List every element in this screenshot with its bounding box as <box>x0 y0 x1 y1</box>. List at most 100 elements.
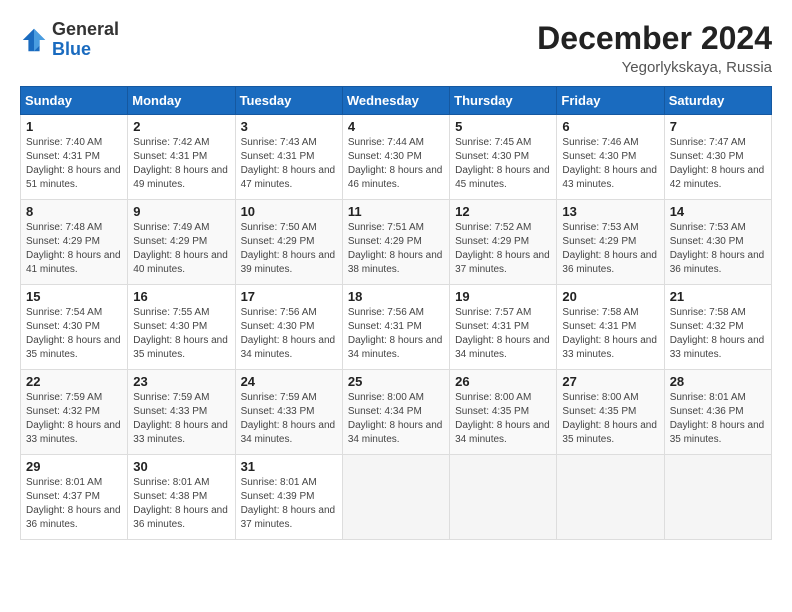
day-info: Sunrise: 7:47 AMSunset: 4:30 PMDaylight:… <box>670 137 765 190</box>
day-info: Sunrise: 7:58 AMSunset: 4:32 PMDaylight:… <box>670 307 765 360</box>
calendar-day-cell: 5 Sunrise: 7:45 AMSunset: 4:30 PMDayligh… <box>450 115 557 200</box>
day-info: Sunrise: 7:54 AMSunset: 4:30 PMDaylight:… <box>26 307 121 360</box>
logo-text: General Blue <box>52 20 119 60</box>
calendar-day-cell: 31 Sunrise: 8:01 AMSunset: 4:39 PMDaylig… <box>235 455 342 540</box>
month-title: December 2024 <box>537 20 772 57</box>
day-info: Sunrise: 7:51 AMSunset: 4:29 PMDaylight:… <box>348 222 443 275</box>
day-info: Sunrise: 7:44 AMSunset: 4:30 PMDaylight:… <box>348 137 443 190</box>
calendar-day-cell <box>664 455 771 540</box>
day-number: 7 <box>670 119 766 134</box>
calendar-week-row: 8 Sunrise: 7:48 AMSunset: 4:29 PMDayligh… <box>21 200 772 285</box>
day-info: Sunrise: 7:59 AMSunset: 4:33 PMDaylight:… <box>133 392 228 445</box>
calendar-day-cell <box>557 455 664 540</box>
calendar-day-cell: 19 Sunrise: 7:57 AMSunset: 4:31 PMDaylig… <box>450 285 557 370</box>
calendar-week-row: 29 Sunrise: 8:01 AMSunset: 4:37 PMDaylig… <box>21 455 772 540</box>
calendar-day-cell: 7 Sunrise: 7:47 AMSunset: 4:30 PMDayligh… <box>664 115 771 200</box>
day-info: Sunrise: 7:56 AMSunset: 4:30 PMDaylight:… <box>241 307 336 360</box>
calendar-week-row: 1 Sunrise: 7:40 AMSunset: 4:31 PMDayligh… <box>21 115 772 200</box>
calendar-day-cell: 21 Sunrise: 7:58 AMSunset: 4:32 PMDaylig… <box>664 285 771 370</box>
calendar-day-cell: 29 Sunrise: 8:01 AMSunset: 4:37 PMDaylig… <box>21 455 128 540</box>
day-number: 16 <box>133 289 229 304</box>
calendar-day-cell: 15 Sunrise: 7:54 AMSunset: 4:30 PMDaylig… <box>21 285 128 370</box>
calendar-day-cell: 18 Sunrise: 7:56 AMSunset: 4:31 PMDaylig… <box>342 285 449 370</box>
day-info: Sunrise: 7:45 AMSunset: 4:30 PMDaylight:… <box>455 137 550 190</box>
day-info: Sunrise: 7:55 AMSunset: 4:30 PMDaylight:… <box>133 307 228 360</box>
day-number: 23 <box>133 374 229 389</box>
day-number: 10 <box>241 204 337 219</box>
day-info: Sunrise: 7:50 AMSunset: 4:29 PMDaylight:… <box>241 222 336 275</box>
day-info: Sunrise: 8:01 AMSunset: 4:36 PMDaylight:… <box>670 392 765 445</box>
day-info: Sunrise: 8:00 AMSunset: 4:34 PMDaylight:… <box>348 392 443 445</box>
calendar-day-cell: 24 Sunrise: 7:59 AMSunset: 4:33 PMDaylig… <box>235 370 342 455</box>
day-info: Sunrise: 7:56 AMSunset: 4:31 PMDaylight:… <box>348 307 443 360</box>
title-block: December 2024 Yegorlykskaya, Russia <box>537 20 772 76</box>
weekday-header: Tuesday <box>235 87 342 115</box>
weekday-header: Sunday <box>21 87 128 115</box>
weekday-header: Thursday <box>450 87 557 115</box>
logo-blue: Blue <box>52 39 91 59</box>
day-info: Sunrise: 7:53 AMSunset: 4:29 PMDaylight:… <box>562 222 657 275</box>
day-number: 4 <box>348 119 444 134</box>
day-info: Sunrise: 7:58 AMSunset: 4:31 PMDaylight:… <box>562 307 657 360</box>
calendar-week-row: 22 Sunrise: 7:59 AMSunset: 4:32 PMDaylig… <box>21 370 772 455</box>
day-info: Sunrise: 7:59 AMSunset: 4:32 PMDaylight:… <box>26 392 121 445</box>
day-info: Sunrise: 7:57 AMSunset: 4:31 PMDaylight:… <box>455 307 550 360</box>
calendar-day-cell: 27 Sunrise: 8:00 AMSunset: 4:35 PMDaylig… <box>557 370 664 455</box>
day-number: 6 <box>562 119 658 134</box>
day-number: 3 <box>241 119 337 134</box>
day-number: 22 <box>26 374 122 389</box>
day-number: 24 <box>241 374 337 389</box>
calendar-day-cell: 23 Sunrise: 7:59 AMSunset: 4:33 PMDaylig… <box>128 370 235 455</box>
weekday-header: Saturday <box>664 87 771 115</box>
calendar-day-cell: 26 Sunrise: 8:00 AMSunset: 4:35 PMDaylig… <box>450 370 557 455</box>
day-info: Sunrise: 7:43 AMSunset: 4:31 PMDaylight:… <box>241 137 336 190</box>
day-info: Sunrise: 7:40 AMSunset: 4:31 PMDaylight:… <box>26 137 121 190</box>
day-number: 8 <box>26 204 122 219</box>
day-number: 5 <box>455 119 551 134</box>
calendar-day-cell: 12 Sunrise: 7:52 AMSunset: 4:29 PMDaylig… <box>450 200 557 285</box>
day-number: 14 <box>670 204 766 219</box>
calendar-day-cell: 16 Sunrise: 7:55 AMSunset: 4:30 PMDaylig… <box>128 285 235 370</box>
location: Yegorlykskaya, Russia <box>537 59 772 76</box>
day-number: 18 <box>348 289 444 304</box>
calendar-day-cell: 2 Sunrise: 7:42 AMSunset: 4:31 PMDayligh… <box>128 115 235 200</box>
day-number: 20 <box>562 289 658 304</box>
day-info: Sunrise: 7:42 AMSunset: 4:31 PMDaylight:… <box>133 137 228 190</box>
day-number: 12 <box>455 204 551 219</box>
day-info: Sunrise: 7:49 AMSunset: 4:29 PMDaylight:… <box>133 222 228 275</box>
calendar-day-cell: 8 Sunrise: 7:48 AMSunset: 4:29 PMDayligh… <box>21 200 128 285</box>
page-header: General Blue December 2024 Yegorlykskaya… <box>20 20 772 76</box>
day-info: Sunrise: 8:01 AMSunset: 4:39 PMDaylight:… <box>241 477 336 530</box>
logo: General Blue <box>20 20 119 60</box>
day-number: 1 <box>26 119 122 134</box>
day-number: 31 <box>241 459 337 474</box>
day-number: 15 <box>26 289 122 304</box>
day-info: Sunrise: 7:46 AMSunset: 4:30 PMDaylight:… <box>562 137 657 190</box>
calendar-day-cell: 28 Sunrise: 8:01 AMSunset: 4:36 PMDaylig… <box>664 370 771 455</box>
calendar-day-cell: 10 Sunrise: 7:50 AMSunset: 4:29 PMDaylig… <box>235 200 342 285</box>
weekday-header: Friday <box>557 87 664 115</box>
calendar-day-cell: 6 Sunrise: 7:46 AMSunset: 4:30 PMDayligh… <box>557 115 664 200</box>
calendar-day-cell: 25 Sunrise: 8:00 AMSunset: 4:34 PMDaylig… <box>342 370 449 455</box>
logo-general: General <box>52 19 119 39</box>
calendar-day-cell: 14 Sunrise: 7:53 AMSunset: 4:30 PMDaylig… <box>664 200 771 285</box>
day-number: 13 <box>562 204 658 219</box>
calendar-day-cell <box>342 455 449 540</box>
calendar-day-cell: 20 Sunrise: 7:58 AMSunset: 4:31 PMDaylig… <box>557 285 664 370</box>
calendar-header-row: SundayMondayTuesdayWednesdayThursdayFrid… <box>21 87 772 115</box>
calendar-day-cell <box>450 455 557 540</box>
calendar-day-cell: 22 Sunrise: 7:59 AMSunset: 4:32 PMDaylig… <box>21 370 128 455</box>
calendar-day-cell: 30 Sunrise: 8:01 AMSunset: 4:38 PMDaylig… <box>128 455 235 540</box>
weekday-header: Wednesday <box>342 87 449 115</box>
day-number: 17 <box>241 289 337 304</box>
calendar-day-cell: 17 Sunrise: 7:56 AMSunset: 4:30 PMDaylig… <box>235 285 342 370</box>
day-number: 26 <box>455 374 551 389</box>
day-number: 9 <box>133 204 229 219</box>
day-info: Sunrise: 8:01 AMSunset: 4:38 PMDaylight:… <box>133 477 228 530</box>
day-info: Sunrise: 7:48 AMSunset: 4:29 PMDaylight:… <box>26 222 121 275</box>
weekday-header: Monday <box>128 87 235 115</box>
calendar-day-cell: 3 Sunrise: 7:43 AMSunset: 4:31 PMDayligh… <box>235 115 342 200</box>
day-number: 25 <box>348 374 444 389</box>
day-number: 19 <box>455 289 551 304</box>
calendar-day-cell: 4 Sunrise: 7:44 AMSunset: 4:30 PMDayligh… <box>342 115 449 200</box>
